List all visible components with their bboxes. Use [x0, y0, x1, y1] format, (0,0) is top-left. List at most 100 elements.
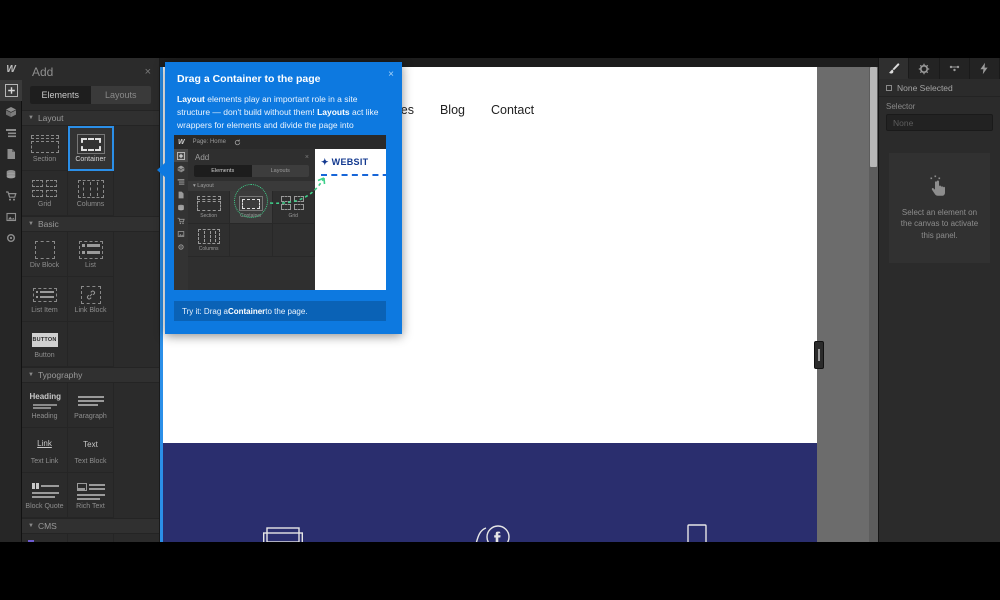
- mini-tile-empty-2: [272, 224, 315, 257]
- site-nav-blog[interactable]: Blog: [440, 103, 465, 117]
- group-label: Layout: [37, 113, 64, 123]
- tile-label: Div Block: [29, 261, 60, 269]
- group-header-layout[interactable]: ▼ Layout: [22, 110, 159, 126]
- mini-topbar: W Page: Home: [174, 135, 386, 149]
- mini-highlight-circle: [234, 184, 268, 218]
- interactions-icon: [949, 65, 959, 71]
- group-header-cms[interactable]: ▼ CMS: [22, 518, 159, 534]
- mini-rail-assets: [174, 227, 188, 240]
- link-block-icon: [76, 285, 106, 305]
- tab-effects[interactable]: [970, 58, 1000, 79]
- element-tile-list-item[interactable]: List Item: [22, 277, 68, 322]
- element-tile-div-block[interactable]: Div Block: [22, 232, 68, 277]
- app-logo[interactable]: W: [0, 58, 22, 80]
- mini-tile-label: Columns: [198, 245, 219, 252]
- tooltip-footer-part-1: Container: [227, 306, 266, 316]
- tab-layouts[interactable]: Layouts: [91, 86, 152, 104]
- columns-icon: [76, 179, 106, 199]
- canvas-resize-handle[interactable]: [814, 341, 824, 369]
- element-tile-button[interactable]: BUTTON Button: [22, 322, 68, 367]
- mini-rail-symbols: [174, 162, 188, 175]
- rich-text-icon: [76, 481, 106, 501]
- element-tile-collection-list[interactable]: Collection List: [22, 534, 68, 542]
- image-icon: [177, 230, 185, 237]
- rail-item-symbols[interactable]: [0, 101, 22, 122]
- tile-label: Grid: [37, 200, 52, 208]
- selection-label: None Selected: [897, 82, 953, 93]
- div-block-icon: [30, 240, 60, 260]
- selector-input[interactable]: None: [886, 114, 993, 131]
- mini-rail-add: [174, 149, 188, 162]
- gear-icon: [178, 243, 184, 250]
- bolt-icon: [980, 62, 988, 75]
- cube-icon: [6, 106, 16, 117]
- mini-rail-cms: [174, 201, 188, 214]
- selection-status-row: None Selected: [879, 79, 1000, 97]
- element-tile-section[interactable]: Section: [22, 126, 68, 171]
- tile-label: Block Quote: [25, 502, 64, 510]
- gear-icon: [918, 63, 930, 74]
- tile-grid-cms: Collection List: [22, 534, 159, 542]
- element-tile-text-block[interactable]: Text Text Block: [68, 428, 114, 473]
- tile-label: List Item: [31, 306, 58, 314]
- element-tile-heading[interactable]: Heading Heading: [22, 383, 68, 428]
- group-header-typography[interactable]: ▼ Typography: [22, 367, 159, 383]
- mini-rail-ecommerce: [174, 214, 188, 227]
- mini-drop-indicator: [321, 174, 386, 176]
- element-tile-grid[interactable]: Grid: [22, 171, 68, 216]
- element-tile-container[interactable]: Container: [68, 126, 114, 171]
- page-icon: [7, 148, 15, 159]
- canvas-scrollbar-thumb[interactable]: [870, 67, 877, 167]
- link-glyph-text: Link: [37, 438, 52, 448]
- cart-icon: [6, 190, 17, 201]
- element-tile-rich-text[interactable]: Rich Text: [68, 473, 114, 518]
- rail-item-ecommerce[interactable]: [0, 185, 22, 206]
- grid-icon: [281, 195, 305, 211]
- screen: W Add × Elements Layouts ▼ Layout Sectio…: [0, 0, 1000, 600]
- element-tile-text-link[interactable]: Link Text Link: [22, 428, 68, 473]
- right-panel-tabs: [879, 58, 1000, 79]
- mini-site-logo: ✦ WEBSIT: [321, 157, 386, 168]
- mini-tile-empty-1: [230, 224, 273, 257]
- tab-style[interactable]: [879, 58, 910, 79]
- tooltip-title: Drag a Container to the page: [177, 73, 321, 85]
- text-link-icon: Link: [30, 436, 60, 456]
- mini-site-preview: ✦ WEBSIT: [315, 149, 386, 290]
- tooltip-footer: Try it: Drag a Container to the page.: [174, 301, 386, 321]
- canvas-scrollbar[interactable]: [869, 67, 878, 542]
- left-icon-rail: W: [0, 58, 22, 542]
- plus-icon: [177, 151, 185, 160]
- tooltip-arrow: [157, 162, 166, 178]
- tab-interactions[interactable]: [940, 58, 970, 79]
- element-tile-columns[interactable]: Columns: [68, 171, 114, 216]
- tab-elements[interactable]: Elements: [30, 86, 91, 104]
- database-icon: [178, 204, 184, 210]
- right-panel: None Selected Selector None Select an el…: [878, 58, 1000, 542]
- close-icon[interactable]: ×: [388, 70, 394, 80]
- mini-group-text: Layout: [197, 183, 214, 189]
- chevron-down-icon: ▼: [28, 372, 34, 378]
- tile-label: List: [85, 261, 96, 269]
- element-tile-link-block[interactable]: Link Block: [68, 277, 114, 322]
- tile-label: Section: [32, 155, 57, 163]
- element-tile-list[interactable]: List: [68, 232, 114, 277]
- tooltip-screenshot: W Page: Home Add × Elements Layouts ▾ La…: [174, 135, 386, 290]
- onboarding-tooltip: × Drag a Container to the page Layout el…: [157, 62, 402, 334]
- tile-grid-layout: Section Container Grid Columns: [22, 126, 159, 216]
- close-icon: ×: [304, 154, 309, 161]
- rail-item-cms[interactable]: [0, 164, 22, 185]
- tab-settings[interactable]: [909, 58, 940, 79]
- rail-item-add-elements[interactable]: [0, 80, 22, 101]
- element-tile-paragraph[interactable]: Paragraph: [68, 383, 114, 428]
- rail-item-assets[interactable]: [0, 206, 22, 227]
- element-tile-block-quote[interactable]: Block Quote: [22, 473, 68, 518]
- close-icon[interactable]: ×: [145, 66, 151, 78]
- section-icon: [30, 134, 60, 154]
- selector-label: Selector: [886, 102, 916, 111]
- site-footer[interactable]: [163, 443, 817, 542]
- site-nav-contact[interactable]: Contact: [491, 103, 534, 117]
- group-header-basic[interactable]: ▼ Basic: [22, 216, 159, 232]
- rail-item-pages[interactable]: [0, 143, 22, 164]
- rail-item-settings[interactable]: [0, 227, 22, 248]
- rail-item-navigator[interactable]: [0, 122, 22, 143]
